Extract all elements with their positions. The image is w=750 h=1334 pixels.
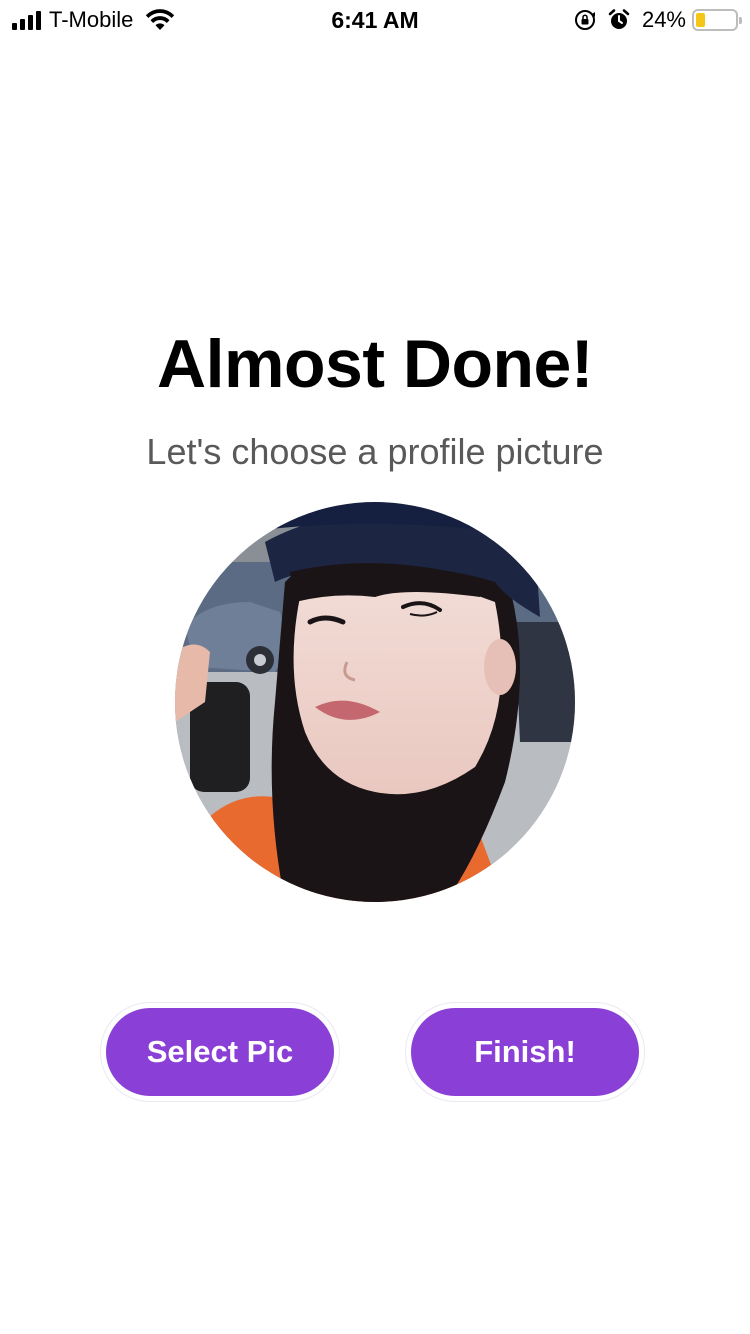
battery-icon bbox=[692, 9, 742, 31]
page-title: Almost Done! bbox=[157, 326, 594, 402]
battery-percent: 24% bbox=[641, 7, 686, 32]
profile-photo-illustration bbox=[175, 502, 575, 902]
screen: T-Mobile 6:41 AM 24% Almost Done! Let's … bbox=[0, 0, 750, 1334]
rotation-lock-icon bbox=[574, 10, 595, 30]
status-bar: T-Mobile 6:41 AM 24% bbox=[0, 0, 750, 40]
finish-button-ring: Finish! bbox=[405, 1002, 645, 1102]
finish-button[interactable]: Finish! bbox=[411, 1008, 639, 1096]
select-pic-button[interactable]: Select Pic bbox=[106, 1008, 334, 1096]
select-pic-button-ring: Select Pic bbox=[100, 1002, 340, 1102]
battery-fill bbox=[696, 13, 706, 27]
alarm-icon bbox=[608, 9, 630, 29]
page-subtitle: Let's choose a profile picture bbox=[146, 431, 604, 472]
status-bar-right: 24% bbox=[574, 7, 742, 32]
profile-picture bbox=[175, 502, 575, 902]
